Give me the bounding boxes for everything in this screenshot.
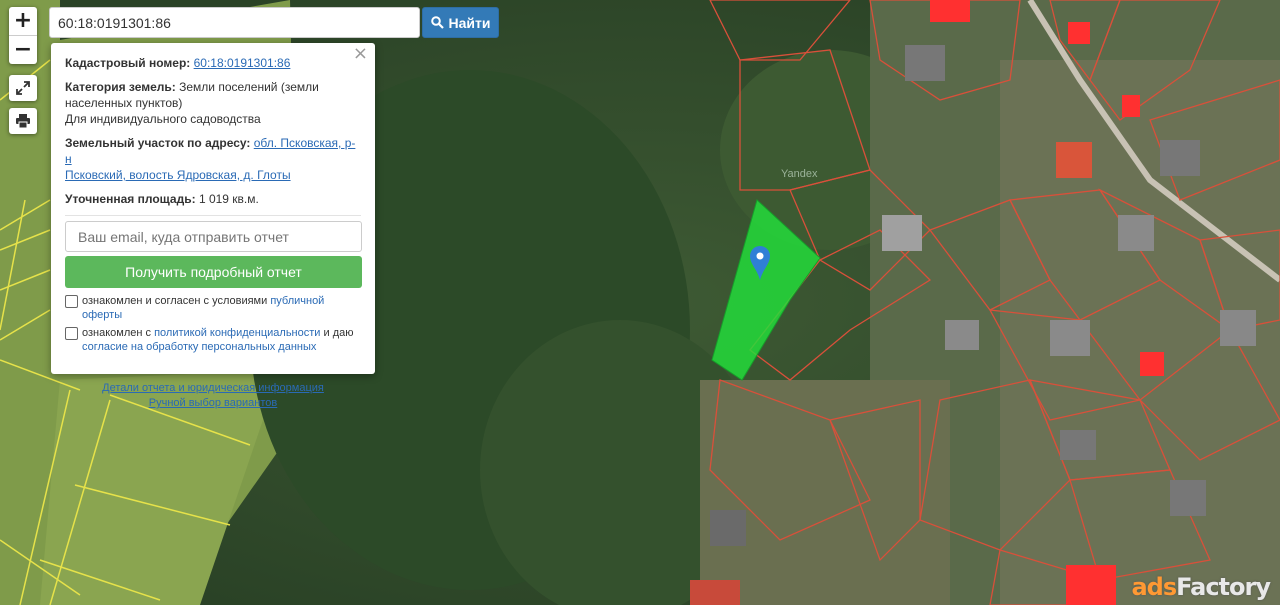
data-processing-link[interactable]: согласие на обработку персональных данны… bbox=[82, 341, 316, 353]
address-label: Земельный участок по адресу: bbox=[65, 136, 251, 150]
print-button[interactable] bbox=[9, 108, 37, 134]
offer-checkbox[interactable] bbox=[65, 295, 78, 308]
report-details-link[interactable]: Детали отчета и юридическая информация bbox=[102, 382, 324, 394]
find-button[interactable]: Найти bbox=[422, 7, 499, 38]
land-use-value: Для индивидуального садоводства bbox=[65, 112, 261, 126]
zoom-out-button[interactable]: − bbox=[9, 35, 37, 64]
watermark-prefix: ads bbox=[1131, 573, 1177, 601]
area-row: Уточненная площадь: 1 019 кв.м. bbox=[65, 191, 361, 207]
yandex-label: Yandex bbox=[781, 168, 818, 180]
watermark-logo: adsFactory bbox=[1131, 573, 1271, 601]
fullscreen-button[interactable] bbox=[9, 75, 37, 101]
printer-icon bbox=[16, 114, 30, 128]
privacy-consent-label: ознакомлен с bbox=[82, 327, 155, 339]
watermark-suffix: Factory bbox=[1176, 573, 1271, 601]
address-row: Земельный участок по адресу: обл. Псковс… bbox=[65, 135, 361, 183]
zoom-in-button[interactable]: + bbox=[9, 7, 37, 35]
popup-footer-links: Детали отчета и юридическая информация Р… bbox=[65, 381, 361, 411]
get-report-button[interactable]: Получить подробный отчет bbox=[65, 256, 362, 288]
privacy-checkbox[interactable] bbox=[65, 327, 78, 340]
offer-consent-label: ознакомлен и согласен с условиями bbox=[82, 295, 271, 307]
privacy-consent: ознакомлен с политикой конфиденциальност… bbox=[65, 326, 361, 354]
cadastral-number-row: Кадастровый номер: 60:18:0191301:86 bbox=[65, 55, 361, 71]
privacy-policy-link[interactable]: политикой конфиденциальности bbox=[154, 327, 320, 339]
land-category-value-cont: населенных пунктов) bbox=[65, 96, 183, 110]
expand-icon bbox=[16, 81, 30, 95]
offer-consent-text: ознакомлен и согласен с условиями публич… bbox=[82, 294, 361, 322]
close-icon[interactable]: × bbox=[353, 45, 368, 63]
cadastral-search-input[interactable] bbox=[49, 7, 420, 38]
privacy-consent-label-2: и даю bbox=[320, 327, 354, 339]
cadastral-number-link[interactable]: 60:18:0191301:86 bbox=[194, 56, 291, 70]
search-icon bbox=[430, 16, 444, 29]
find-button-label: Найти bbox=[448, 14, 491, 31]
cadastral-number-label: Кадастровый номер: bbox=[65, 56, 191, 70]
address-link-cont[interactable]: Псковский, волость Ядровская, д. Глоты bbox=[65, 168, 291, 182]
area-label: Уточненная площадь: bbox=[65, 192, 196, 206]
parcel-info-popup: × Кадастровый номер: 60:18:0191301:86 Ка… bbox=[51, 43, 375, 409]
divider bbox=[65, 215, 361, 216]
offer-consent: ознакомлен и согласен с условиями публич… bbox=[65, 294, 361, 322]
land-category-row: Категория земель: Земли поселений (земли… bbox=[65, 79, 361, 127]
area-value: 1 019 кв.м. bbox=[198, 192, 259, 206]
email-field[interactable] bbox=[65, 221, 362, 252]
zoom-control: + − bbox=[9, 7, 37, 64]
land-category-value: Земли поселений (земли bbox=[179, 80, 319, 94]
privacy-consent-text: ознакомлен с политикой конфиденциальност… bbox=[82, 326, 353, 354]
manual-selection-link[interactable]: Ручной выбор вариантов bbox=[149, 397, 277, 409]
land-category-label: Категория земель: bbox=[65, 80, 176, 94]
